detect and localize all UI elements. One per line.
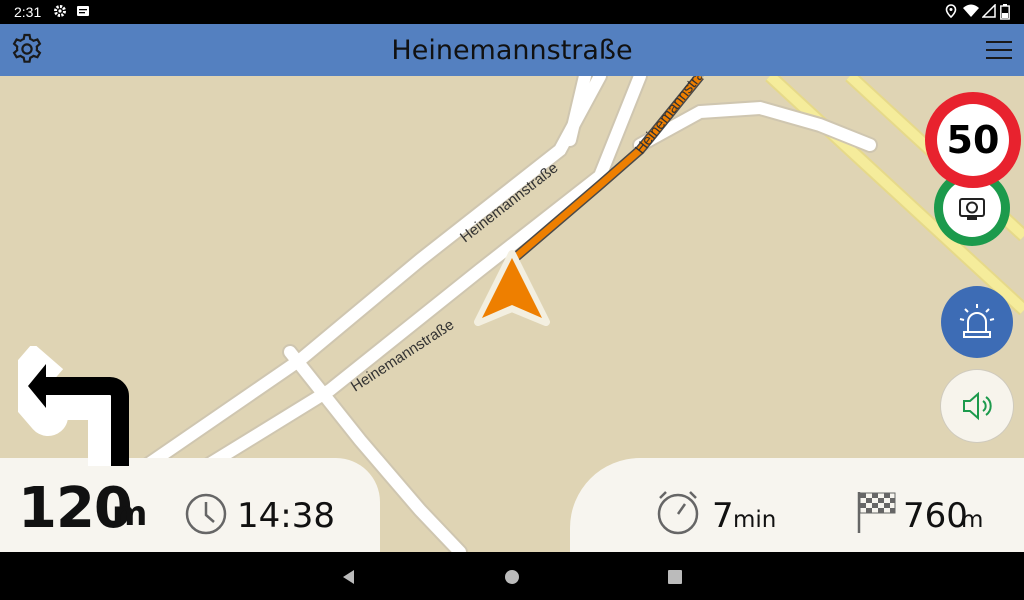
home-icon[interactable] [503, 568, 521, 586]
arrival-time: 14:38 [237, 496, 335, 536]
status-bar: 2:31 [0, 0, 1024, 24]
trip-duration-value: 7 [712, 496, 734, 536]
header-bar: Heinemannstraße [0, 24, 1024, 76]
bottom-info-panel-gap [380, 476, 570, 552]
system-navigation-bar [0, 552, 1024, 600]
siren-icon [959, 304, 995, 338]
notification-status-icon [77, 6, 89, 16]
signal-status-icon [982, 4, 996, 18]
sound-toggle-button[interactable] [941, 370, 1013, 442]
battery-status-icon [1000, 4, 1010, 20]
street-name-title: Heinemannstraße [391, 35, 633, 66]
speed-limit-value: 50 [937, 104, 1009, 176]
back-icon[interactable] [340, 568, 358, 586]
clock-icon [185, 493, 227, 535]
menu-hamburger-icon[interactable] [986, 38, 1012, 62]
checkered-flag-icon [857, 492, 896, 533]
wifi-status-icon [963, 4, 979, 17]
status-time: 2:31 [14, 4, 42, 20]
remaining-distance-unit: m [961, 507, 984, 533]
speaker-icon [963, 391, 992, 421]
location-status-icon [945, 4, 957, 18]
trip-duration-unit: min [733, 507, 777, 533]
speed-limit-sign: 50 [925, 92, 1021, 188]
recents-icon[interactable] [666, 568, 684, 586]
maneuver-distance-unit: m [112, 494, 148, 534]
remaining-distance-value: 760 [903, 496, 968, 536]
stopwatch-icon [657, 491, 699, 535]
settings-status-icon [54, 5, 66, 17]
alert-report-button[interactable] [941, 286, 1013, 358]
turn-left-icon [18, 346, 129, 466]
